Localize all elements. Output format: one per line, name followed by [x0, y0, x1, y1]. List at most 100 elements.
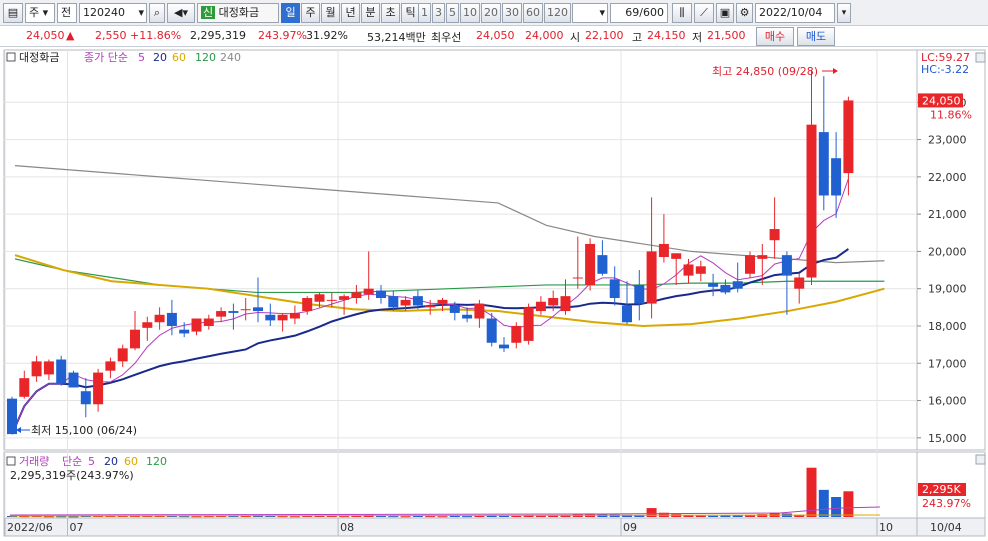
candle-body — [499, 344, 509, 349]
prev-dropdown[interactable]: 전 — [57, 3, 77, 23]
volume-bar — [326, 516, 337, 517]
period-select[interactable]: 주 ▾ — [25, 3, 55, 23]
volume-bar — [191, 516, 202, 518]
candle-body — [831, 158, 842, 196]
count-field[interactable]: 69/600 — [610, 3, 668, 23]
candle-body — [818, 132, 829, 196]
line-tool-icon[interactable]: ⟋ — [694, 3, 714, 23]
tab-1[interactable]: 주 — [301, 3, 320, 23]
candle-body — [400, 299, 411, 306]
legend-ma-5: 5 — [138, 51, 145, 64]
volume-bar — [831, 497, 842, 517]
stock-code-value: 120240 — [83, 6, 125, 19]
high-price: 24,150 — [647, 29, 686, 42]
candle-body — [794, 277, 805, 289]
candle-body — [683, 264, 694, 276]
chart-menu-icon[interactable]: ▤ — [3, 3, 23, 23]
candle-body — [179, 329, 190, 334]
tab-2[interactable]: 월 — [321, 3, 340, 23]
candle-body — [31, 361, 42, 377]
candle-body — [843, 100, 854, 174]
hc-value: HC:-3.22 — [921, 63, 969, 76]
high-annotation: 최고 24,850 (09/28) — [712, 65, 818, 78]
interval-60[interactable]: 60 — [523, 3, 543, 23]
price-pane — [3, 49, 918, 451]
volume-bar — [695, 515, 706, 517]
candle-body — [695, 266, 706, 274]
candle-body — [314, 294, 325, 302]
candle-body — [634, 284, 645, 304]
stock-code-input[interactable]: 120240 ▾ — [79, 3, 147, 23]
interval-5[interactable]: 5 — [446, 3, 459, 23]
interval-30[interactable]: 30 — [502, 3, 522, 23]
volume-bar — [449, 515, 460, 517]
current-price: 24,050 — [26, 29, 65, 42]
candle-body — [609, 279, 620, 299]
date-label: 08 — [340, 521, 354, 534]
volume-bar — [511, 515, 522, 517]
stock-name-box[interactable]: 신 대정화금 — [197, 3, 279, 23]
price-change: 2,550 — [95, 29, 127, 42]
tab-0[interactable]: 일 — [281, 3, 300, 23]
candle-body — [93, 372, 104, 405]
volume-bar — [720, 515, 731, 517]
date-right-label: 10/04 — [930, 521, 962, 534]
candle-body — [425, 305, 436, 308]
candle-body — [585, 243, 596, 285]
search-icon[interactable]: ⌕ — [149, 3, 165, 23]
sound-icon[interactable]: ◀▾ — [167, 3, 195, 23]
calendar-icon[interactable]: ▾ — [837, 3, 851, 23]
candle-body — [351, 292, 362, 299]
candle-body — [449, 305, 460, 313]
interval-1[interactable]: 1 — [418, 3, 431, 23]
candle-body — [560, 296, 571, 312]
interval-10[interactable]: 10 — [460, 3, 480, 23]
date-value: 2022/10/04 — [759, 6, 823, 19]
volume-bar — [289, 516, 300, 518]
candle-body — [720, 284, 731, 293]
date-label: 10 — [879, 521, 893, 534]
candle-body — [597, 255, 608, 274]
price-axis-label: 16,000 — [928, 395, 967, 408]
tab-3[interactable]: 년 — [341, 3, 360, 23]
buy-button[interactable]: 매수 — [756, 27, 794, 46]
tab-4[interactable]: 분 — [361, 3, 380, 23]
last-price-label: 24,050 — [922, 94, 961, 107]
candle-body — [203, 318, 214, 326]
candle-body — [732, 281, 743, 289]
volume-bar — [437, 516, 448, 518]
candle-body — [228, 311, 239, 313]
volume-bar — [277, 516, 288, 518]
volume-value: 2,295,319 — [190, 29, 246, 42]
candle-icon[interactable]: ⫼ — [672, 3, 692, 23]
candle-body — [474, 303, 485, 319]
candle-body — [240, 309, 251, 311]
interval-buttons: 1 3 5 10 20 30 60 120 — [418, 3, 572, 23]
volume-bar — [425, 516, 436, 518]
change-percent: +11.86% — [130, 29, 182, 42]
candle-body — [142, 322, 153, 328]
candle-body — [130, 329, 140, 349]
quote-bar: 24,050 ▲ 2,550 +11.86% 2,295,319 243.97%… — [0, 26, 988, 47]
sell-button[interactable]: 매도 — [797, 27, 835, 46]
settings-icon[interactable]: ⚙ — [736, 3, 753, 23]
interval-20[interactable]: 20 — [481, 3, 501, 23]
candle-body — [289, 312, 300, 319]
period-tabs: 일주월년분초틱 — [281, 3, 421, 23]
candle-body — [43, 361, 54, 375]
volume-readout: 2,295,319주(243.97%) — [10, 469, 134, 482]
chart-area[interactable]: 24,00023,00022,00021,00020,00019,00018,0… — [0, 47, 988, 538]
date-field[interactable]: 2022/10/04 — [755, 3, 835, 23]
volume-bar — [412, 516, 423, 517]
interval-select[interactable]: ▾ — [572, 3, 608, 23]
save-icon[interactable]: ▣ — [716, 3, 734, 23]
legend-vol-ma-60: 60 — [124, 455, 138, 468]
price-axis-label: 23,000 — [928, 134, 967, 147]
interval-3[interactable]: 3 — [432, 3, 445, 23]
candle-body — [523, 307, 534, 341]
tab-5[interactable]: 초 — [381, 3, 400, 23]
interval-120[interactable]: 120 — [544, 3, 571, 23]
low-price: 21,500 — [707, 29, 746, 42]
candle-body — [781, 255, 792, 276]
candle-body — [277, 314, 288, 321]
